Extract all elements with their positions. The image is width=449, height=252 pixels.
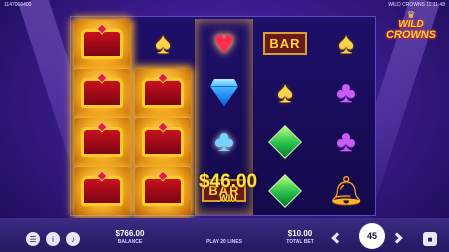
gem-icon <box>157 120 169 133</box>
club-icon: ♣ <box>336 75 356 109</box>
menu-icon[interactable]: ☰ <box>26 232 40 246</box>
symbol-crown <box>73 117 131 166</box>
symbol-club-blue: ♣ <box>195 117 253 166</box>
title-time: WILD CROWNS 11:11:48 <box>388 2 445 8</box>
gem-icon <box>96 169 108 182</box>
win-label: WIN <box>219 193 237 203</box>
symbol-crown <box>73 68 131 117</box>
spade-icon: ♠ <box>277 75 293 109</box>
diamond-icon <box>205 78 243 107</box>
symbol-bar: BAR <box>256 19 314 68</box>
green-diamond-icon <box>268 124 302 159</box>
spin-button[interactable]: 45 <box>359 223 385 249</box>
symbol-club-purple: ♣ <box>317 117 375 166</box>
gem-icon <box>96 120 108 133</box>
chevron-right-icon[interactable] <box>391 232 403 244</box>
game-logo: ♛ WILD CROWNS <box>379 11 443 47</box>
symbol-diamond <box>195 68 253 117</box>
total-bet-label: TOTAL BET <box>286 239 314 245</box>
symbol-bell: 🔔︎ <box>317 166 375 215</box>
gem-icon <box>157 169 169 182</box>
gem-icon <box>96 71 108 84</box>
heart-icon: ♥ <box>213 24 235 62</box>
chevron-left-icon[interactable] <box>331 232 343 244</box>
control-bar: ☰ i ♪ $766.00 BALANCE PLAY 20 LINES $10.… <box>0 218 449 252</box>
spade-icon: ♠ <box>338 26 354 60</box>
gem-icon <box>96 22 108 35</box>
gem-icon <box>157 71 169 84</box>
balance-value: $766.00 <box>115 229 145 238</box>
logo-line2: CROWNS <box>385 29 437 41</box>
sound-icon[interactable]: ♪ <box>66 232 80 246</box>
spade-icon: ♠ <box>155 26 171 60</box>
balance-display: $766.00 BALANCE <box>108 229 152 245</box>
win-amount: $46.00 <box>198 171 258 192</box>
symbol-crown <box>73 19 131 68</box>
stop-icon[interactable]: ■ <box>423 232 437 246</box>
symbol-crown <box>134 68 192 117</box>
top-status-bar: 1147066400 WILD CROWNS 11:11:48 <box>4 2 445 10</box>
reel-5: ♠ ♣ ♣ 🔔︎ <box>317 19 375 215</box>
total-bet-value: $10.00 <box>287 229 313 238</box>
symbol-spade: ♠ <box>134 19 192 68</box>
club-icon: ♣ <box>336 124 356 158</box>
bell-icon: 🔔︎ <box>328 175 364 206</box>
bar-icon: BAR <box>263 32 307 55</box>
reel-1 <box>73 19 131 215</box>
autoplay-count: 45 <box>366 231 377 241</box>
symbol-crown <box>134 117 192 166</box>
game-id: 1147066400 <box>4 2 32 8</box>
club-icon: ♣ <box>214 124 234 158</box>
total-bet-display: $10.00 TOTAL BET <box>278 229 322 245</box>
symbol-spade: ♠ <box>317 19 375 68</box>
info-icon[interactable]: i <box>46 232 60 246</box>
lines-display: PLAY 20 LINES <box>196 238 252 245</box>
symbol-heart: ♥ <box>195 19 253 68</box>
win-display: $46.00 WIN <box>182 170 274 203</box>
symbol-spade: ♠ <box>256 68 314 117</box>
symbol-green-diamond <box>256 117 314 166</box>
symbol-club-purple: ♣ <box>317 68 375 117</box>
symbol-crown <box>73 166 131 215</box>
balance-label: BALANCE <box>117 239 143 245</box>
lines-label: PLAY 20 LINES <box>206 239 242 245</box>
